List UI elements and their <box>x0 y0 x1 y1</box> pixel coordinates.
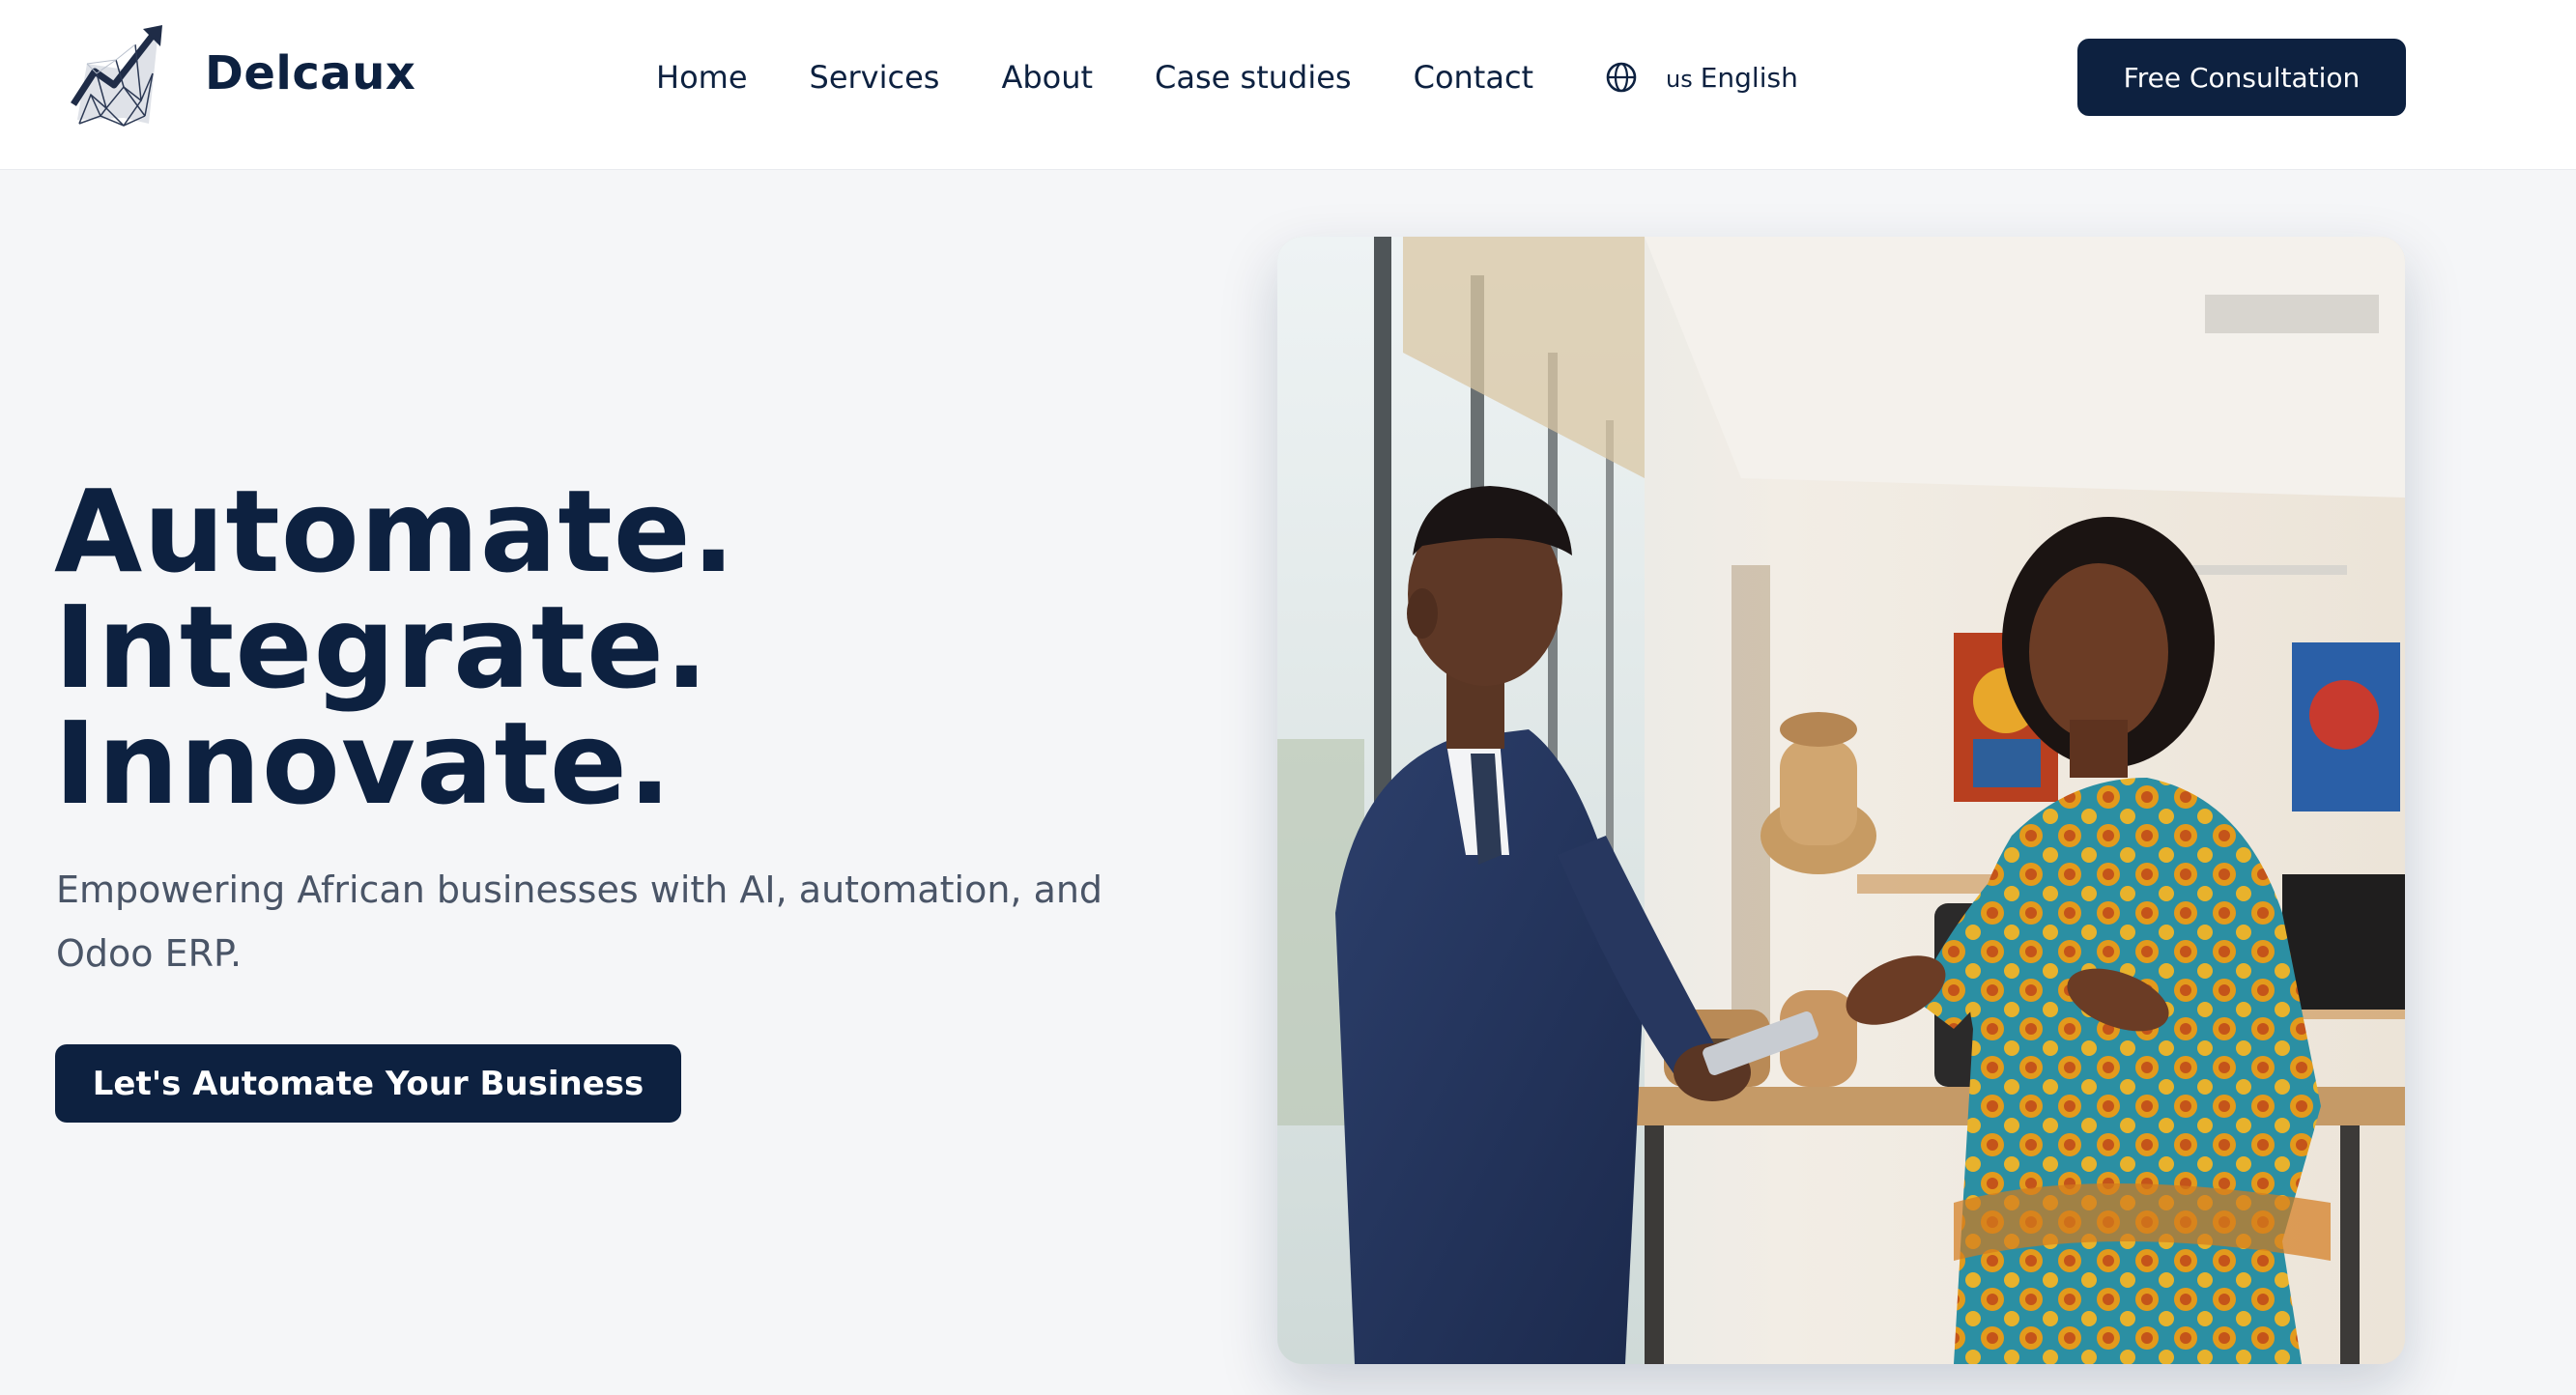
nav-link-contact[interactable]: Contact <box>1414 59 1534 96</box>
office-meeting-illustration <box>1277 237 2405 1364</box>
nav-link-home[interactable]: Home <box>656 59 748 96</box>
globe-icon <box>1606 62 1637 93</box>
free-consultation-button[interactable]: Free Consultation <box>2077 39 2406 116</box>
nav-link-services[interactable]: Services <box>810 59 940 96</box>
brand-name: Delcaux <box>205 46 416 100</box>
hero-subtitle: Empowering African businesses with AI, a… <box>56 868 1103 975</box>
hero-title-line-2: Integrate. <box>54 581 709 714</box>
nav-link-about[interactable]: About <box>1001 59 1093 96</box>
hero-image <box>1277 237 2405 1364</box>
hero-title-line-3: Innovate. <box>54 697 673 830</box>
language-code: us <box>1666 65 1693 93</box>
language-name: English <box>1700 61 1798 94</box>
main-nav: Home Services About Case studies Contact <box>656 54 1595 100</box>
automate-business-button[interactable]: Let's Automate Your Business <box>55 1044 681 1123</box>
language-selector[interactable]: us English <box>1604 58 1798 97</box>
brand[interactable]: Delcaux <box>68 15 415 131</box>
hero-title-line-1: Automate. <box>54 465 736 598</box>
hero-title: Automate. Integrate. Innovate. <box>54 473 736 821</box>
language-label: us English <box>1666 62 1798 94</box>
site-header: Delcaux Home Services About Case studies… <box>0 0 2576 170</box>
nav-link-case-studies[interactable]: Case studies <box>1155 59 1352 96</box>
logo-icon <box>71 25 162 127</box>
